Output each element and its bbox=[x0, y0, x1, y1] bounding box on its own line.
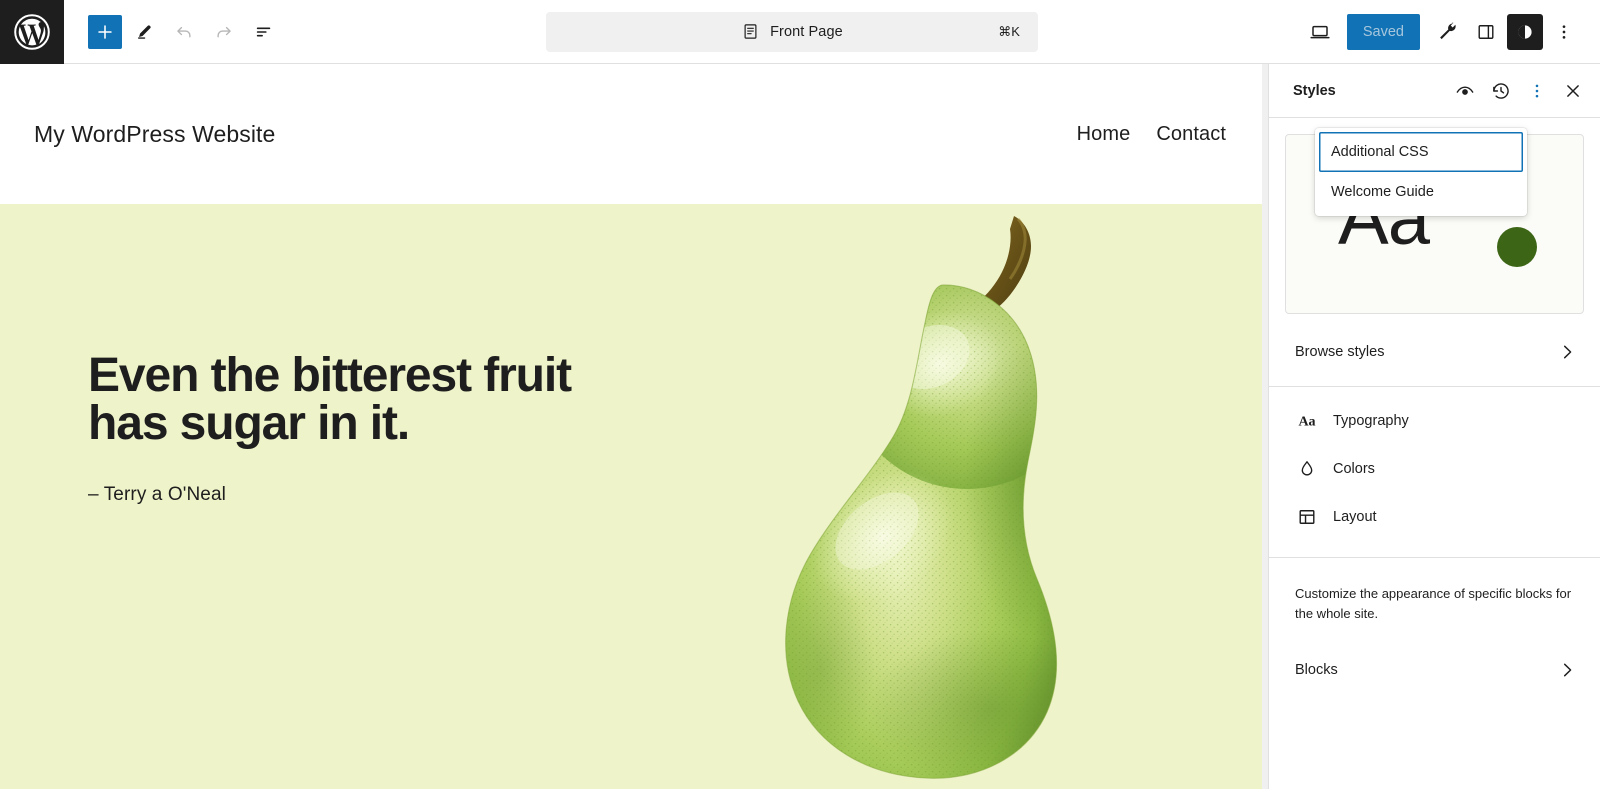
hero-citation[interactable]: – Terry a O'Neal bbox=[88, 484, 688, 506]
panel-title: Styles bbox=[1293, 82, 1336, 99]
hero-heading-line-1: Even the bitterest fruit bbox=[88, 349, 572, 402]
toolbar-right-group: Saved bbox=[1302, 13, 1600, 50]
toggle-settings-sidebar-button[interactable] bbox=[1468, 14, 1504, 50]
document-bar[interactable]: Front Page ⌘K bbox=[545, 11, 1038, 52]
toolbar-center-group: Front Page ⌘K bbox=[282, 11, 1302, 52]
svg-text:Aa: Aa bbox=[1298, 415, 1315, 430]
divider bbox=[1269, 386, 1600, 387]
menu-item-additional-css[interactable]: Additional CSS bbox=[1319, 132, 1523, 172]
document-title: Front Page bbox=[770, 23, 843, 40]
redo-button[interactable] bbox=[206, 14, 242, 50]
hero-heading[interactable]: Even the bitterest fruit has sugar in it… bbox=[88, 352, 688, 448]
style-book-button[interactable] bbox=[1447, 73, 1483, 109]
hero-text-group: Even the bitterest fruit has sugar in it… bbox=[88, 352, 688, 506]
sidebar-item-label: Layout bbox=[1333, 509, 1377, 525]
save-button[interactable]: Saved bbox=[1346, 13, 1420, 50]
add-block-button[interactable] bbox=[88, 14, 122, 49]
pear-body bbox=[785, 284, 1058, 779]
options-menu-button[interactable] bbox=[1546, 14, 1582, 50]
nav-link-home[interactable]: Home bbox=[1077, 123, 1131, 146]
browse-styles-label: Browse styles bbox=[1295, 344, 1385, 360]
hero-cover-block[interactable]: Even the bitterest fruit has sugar in it… bbox=[0, 204, 1262, 789]
blocks-description: Customize the appearance of specific blo… bbox=[1295, 586, 1572, 622]
editor-canvas[interactable]: My WordPress Website Home Contact Even t… bbox=[0, 64, 1262, 789]
undo-button[interactable] bbox=[166, 14, 202, 50]
view-device-button[interactable] bbox=[1302, 14, 1338, 50]
browse-styles-row[interactable]: Browse styles bbox=[1269, 328, 1600, 376]
toolbar-left-group bbox=[64, 14, 282, 50]
styles-panel-header: Styles bbox=[1269, 64, 1600, 118]
menu-item-welcome-guide[interactable]: Welcome Guide bbox=[1319, 172, 1523, 212]
divider bbox=[1269, 557, 1600, 558]
styles-button[interactable] bbox=[1507, 13, 1543, 50]
chevron-right-icon bbox=[1556, 659, 1578, 681]
sidebar-item-layout[interactable]: Layout bbox=[1269, 493, 1600, 541]
green-pear-illustration[interactable] bbox=[735, 204, 1135, 789]
document-overview-button[interactable] bbox=[246, 14, 282, 50]
wordpress-logo-icon[interactable] bbox=[0, 0, 64, 64]
chevron-right-icon bbox=[1556, 341, 1578, 363]
layout-grid-icon bbox=[1295, 505, 1319, 529]
blocks-label: Blocks bbox=[1295, 662, 1338, 679]
site-navigation: Home Contact bbox=[1077, 123, 1226, 146]
styles-more-menu-button[interactable] bbox=[1519, 73, 1555, 109]
sidebar-item-label: Colors bbox=[1333, 461, 1375, 477]
top-toolbar: Front Page ⌘K Saved bbox=[0, 0, 1600, 64]
nav-link-contact[interactable]: Contact bbox=[1156, 123, 1226, 146]
hero-heading-line-2: has sugar in it. bbox=[88, 397, 410, 450]
settings-tools-button[interactable] bbox=[1429, 14, 1465, 50]
site-header-block[interactable]: My WordPress Website Home Contact bbox=[0, 64, 1262, 204]
revisions-button[interactable] bbox=[1483, 73, 1519, 109]
site-title[interactable]: My WordPress Website bbox=[34, 121, 275, 148]
droplet-icon bbox=[1295, 457, 1319, 481]
sidebar-item-colors[interactable]: Colors bbox=[1269, 445, 1600, 493]
page-document-icon bbox=[741, 22, 760, 41]
styles-more-menu-popover: Additional CSS Welcome Guide bbox=[1315, 128, 1527, 216]
preview-color-swatch bbox=[1497, 227, 1537, 267]
sidebar-item-blocks[interactable]: Blocks bbox=[1269, 646, 1600, 694]
command-shortcut-label: ⌘K bbox=[998, 23, 1020, 39]
edit-mode-button[interactable] bbox=[126, 14, 162, 50]
sidebar-item-typography[interactable]: Aa Typography bbox=[1269, 397, 1600, 445]
editor-app: Front Page ⌘K Saved My WordPress Website… bbox=[0, 0, 1600, 789]
close-styles-button[interactable] bbox=[1555, 73, 1591, 109]
sidebar-item-label: Typography bbox=[1333, 413, 1409, 429]
aa-typography-icon: Aa bbox=[1295, 409, 1319, 433]
